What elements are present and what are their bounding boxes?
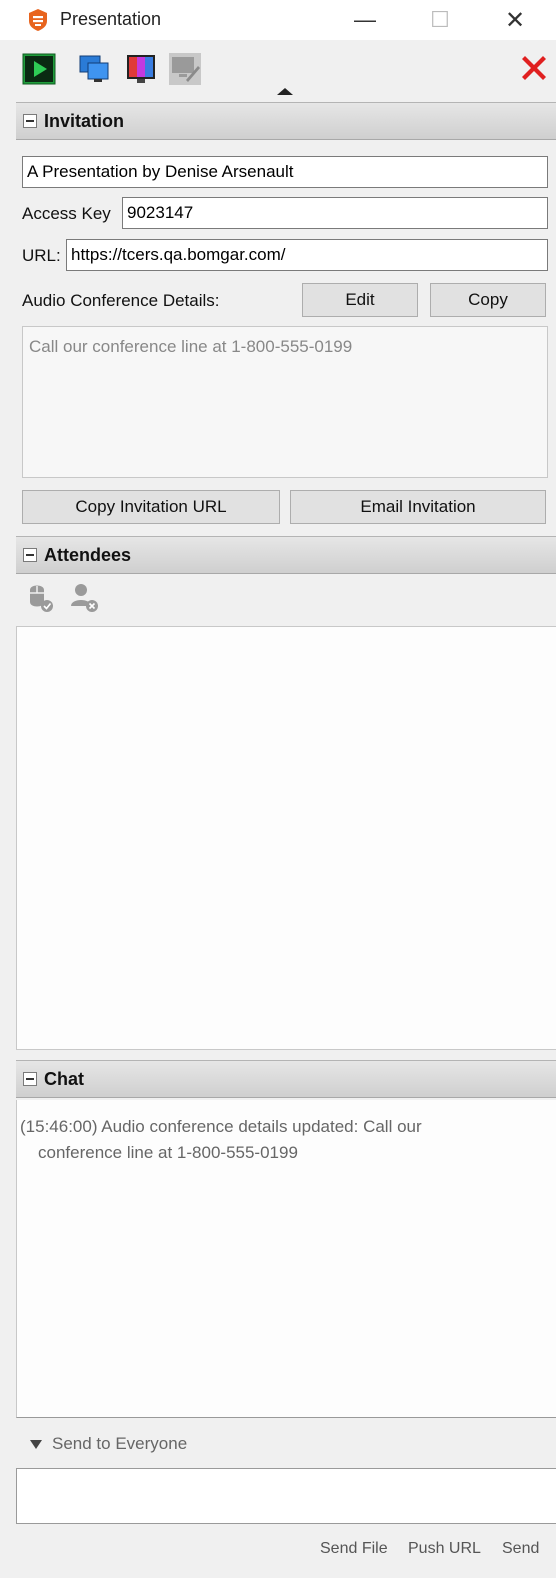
send-file-button[interactable]: Send File	[320, 1540, 388, 1558]
invitation-section-title: Invitation	[44, 111, 124, 131]
close-window-button[interactable]: ✕	[480, 0, 550, 40]
collapse-invitation-icon[interactable]	[23, 114, 37, 128]
collapse-attendees-icon[interactable]	[23, 548, 37, 562]
grant-control-icon[interactable]	[26, 582, 56, 614]
audio-conference-label: Audio Conference Details:	[22, 291, 220, 310]
chat-section-header[interactable]: Chat	[16, 1060, 556, 1098]
display-settings-icon[interactable]	[124, 52, 158, 86]
access-key-label: Access Key	[22, 204, 111, 223]
chat-message-line-2: conference line at 1-800-555-0199	[38, 1143, 298, 1162]
chat-message-line-1: (15:46:00) Audio conference details upda…	[20, 1117, 422, 1136]
chat-section-title: Chat	[44, 1069, 84, 1089]
copy-invitation-url-button[interactable]: Copy Invitation URL	[22, 490, 280, 524]
expand-recipients-icon[interactable]	[30, 1440, 42, 1449]
presentation-name-field[interactable]: A Presentation by Denise Arsenault	[22, 156, 548, 188]
audio-details-text[interactable]: Call our conference line at 1-800-555-01…	[22, 326, 548, 478]
push-url-button[interactable]: Push URL	[408, 1540, 481, 1558]
window-title: Presentation	[60, 9, 162, 29]
collapse-chat-icon[interactable]	[23, 1072, 37, 1086]
copy-audio-button[interactable]: Copy	[430, 283, 546, 317]
url-label: URL:	[22, 246, 61, 265]
attendee-list[interactable]	[16, 626, 556, 1050]
chat-message: (15:46:00) Audio conference details upda…	[20, 1114, 540, 1166]
app-logo-icon	[29, 9, 47, 31]
invitation-section-header[interactable]: Invitation	[16, 102, 556, 140]
select-monitor-icon[interactable]	[78, 52, 112, 86]
send-to-label[interactable]: Send to Everyone	[52, 1434, 187, 1454]
minimize-button[interactable]: —	[330, 0, 400, 40]
maximize-button[interactable]: ☐	[405, 0, 475, 40]
attendees-section-title: Attendees	[44, 545, 132, 565]
email-invitation-button[interactable]: Email Invitation	[290, 490, 546, 524]
send-button[interactable]: Send	[502, 1540, 539, 1558]
edit-audio-button[interactable]: Edit	[302, 283, 418, 317]
attendees-section-header[interactable]: Attendees	[16, 536, 556, 574]
start-presentation-icon[interactable]	[22, 52, 56, 86]
access-key-field[interactable]: 9023147	[122, 197, 548, 229]
chat-input[interactable]	[16, 1468, 556, 1524]
remove-attendee-icon[interactable]	[68, 582, 102, 614]
annotation-disabled-icon[interactable]	[168, 52, 202, 86]
collapse-toolbar-icon[interactable]	[277, 88, 293, 95]
url-field[interactable]: https://tcers.qa.bomgar.com/	[66, 239, 548, 271]
end-presentation-icon[interactable]	[518, 52, 550, 84]
